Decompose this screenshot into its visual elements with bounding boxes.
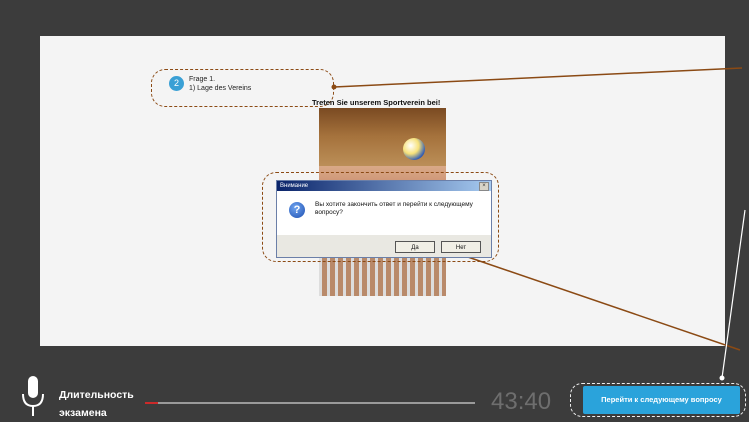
volleyball-image xyxy=(403,138,425,160)
question-number-badge: 2 xyxy=(169,76,184,91)
close-icon[interactable]: × xyxy=(479,182,489,191)
dialog-message: Вы хотите закончить ответ и перейти к сл… xyxy=(315,201,473,216)
exercise-title: Treten Sie unserem Sportverein bei! xyxy=(312,98,441,107)
question-text: Frage 1. 1) Lage des Vereins xyxy=(189,75,251,93)
duration-label-line2: экзамена xyxy=(59,407,107,419)
duration-label: Длительность экзамена xyxy=(59,386,134,422)
no-button[interactable]: Нет xyxy=(441,241,481,253)
question-label: Frage 1. xyxy=(189,76,216,83)
exam-progress-bar xyxy=(145,402,475,404)
dialog-title: Внимание xyxy=(280,183,309,189)
microphone-icon xyxy=(22,376,44,416)
yes-button[interactable]: Да xyxy=(395,241,435,253)
confirm-dialog: Внимание × ? Вы хотите закончить ответ и… xyxy=(276,180,492,258)
question-sub: 1) Lage des Vereins xyxy=(189,85,252,92)
question-icon: ? xyxy=(289,202,305,218)
dialog-titlebar: Внимание × xyxy=(277,181,491,191)
next-question-button[interactable]: Перейти к следующему вопросу xyxy=(583,386,740,414)
duration-label-line1: Длительность xyxy=(59,389,134,401)
dialog-body: ? Вы хотите закончить ответ и перейти к … xyxy=(277,191,491,235)
exam-timer: 43:40 xyxy=(491,388,552,415)
next-question-label: Перейти к следующему вопросу xyxy=(601,395,722,404)
exam-progress-fill xyxy=(145,402,159,404)
